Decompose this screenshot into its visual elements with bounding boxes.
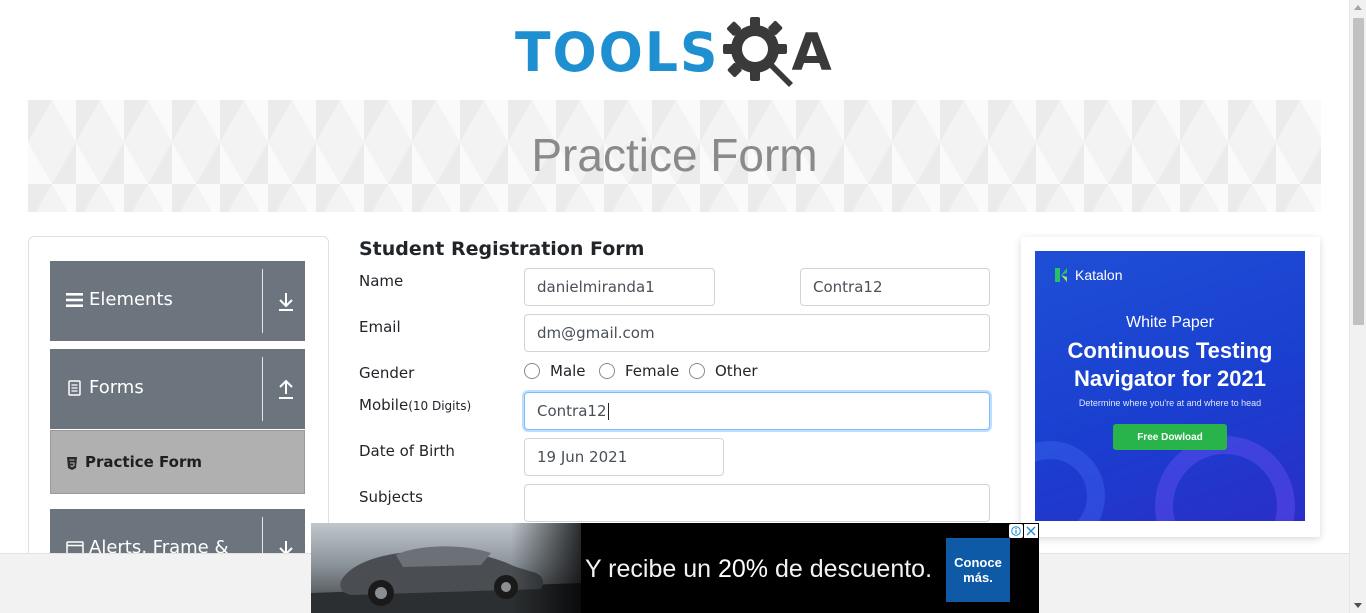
bottom-ad-banner[interactable]: Y recibe un 20% de descuento. Conoce más… (311, 523, 1039, 613)
sidebar-group-elements[interactable]: Elements (50, 261, 305, 341)
page-title: Practice Form (531, 129, 818, 181)
scrollbar-thumb[interactable] (1353, 18, 1364, 325)
first-name-input[interactable]: danielmiranda1 (524, 268, 715, 306)
conoce-mas-button[interactable]: Conoce más. (946, 538, 1010, 602)
first-name-value: danielmiranda1 (537, 278, 655, 296)
ad-close-icon[interactable] (1024, 524, 1038, 538)
ad-text-suffix: de descuento. (774, 555, 933, 583)
sidebar-group-label: Forms (89, 377, 144, 398)
radio-label: Male (550, 362, 586, 380)
mobile-hint: (10 Digits) (408, 399, 472, 413)
ad-text: Y recibe un 20% de descuento. (585, 555, 932, 584)
hamburger-icon (66, 292, 84, 308)
radio-circle[interactable] (689, 363, 705, 379)
ad-headline-line: Navigator for 2021 (1074, 366, 1266, 391)
gender-radio-other[interactable]: Other (689, 362, 758, 380)
dob-value: 19 Jun 2021 (537, 448, 628, 466)
last-name-input[interactable]: Contra12 (800, 268, 990, 306)
email-label: Email (359, 318, 401, 336)
email-field[interactable]: dm@gmail.com (524, 314, 990, 352)
form-title: Student Registration Form (359, 238, 645, 260)
brand-name: Katalon (1075, 267, 1123, 283)
subjects-label: Subjects (359, 488, 423, 506)
document-icon (66, 380, 84, 396)
mobile-input[interactable]: Contra12 (524, 392, 990, 430)
ad-kicker: White Paper (1125, 314, 1215, 331)
ad-headline: Continuous Testing Navigator for 2021 (1035, 337, 1305, 393)
mobile-value: Contra12 (537, 402, 607, 420)
gender-label: Gender (359, 364, 415, 382)
free-download-button[interactable]: Free Dowload (1113, 424, 1227, 450)
radio-label: Female (625, 362, 680, 380)
divider (262, 269, 263, 333)
html5-shield-icon (66, 455, 78, 470)
sidebar: Elements Forms Practice Form Alerts, Fra… (28, 236, 329, 566)
ad-decoration (1035, 441, 1105, 521)
katalon-logo-icon (1053, 267, 1069, 283)
sidebar-group-label: Elements (89, 289, 173, 310)
radio-circle[interactable] (524, 363, 540, 379)
sidebar-group-forms[interactable]: Forms (50, 349, 305, 429)
dob-label: Date of Birth (359, 442, 455, 460)
last-name-value: Contra12 (813, 278, 883, 296)
logo-text-tools: TOOLS (515, 21, 720, 85)
page: TOOLS A Practice Form Elements Forms Pra… (0, 0, 1366, 613)
ad-subtext: Determine where you're at and where to h… (1078, 398, 1262, 408)
katalon-ad[interactable]: Katalon White Paper Continuous Testing N… (1035, 251, 1305, 521)
logo-gear-q-icon (721, 15, 797, 91)
upload-arrow-icon[interactable] (276, 379, 296, 401)
mobile-label: Mobile(10 Digits) (359, 396, 471, 414)
right-ad-container: Katalon White Paper Continuous Testing N… (1021, 237, 1320, 537)
download-arrow-icon[interactable] (276, 291, 296, 313)
page-banner: Practice Form (28, 100, 1321, 212)
sidebar-item-practice-form[interactable]: Practice Form (50, 430, 305, 494)
ad-headline-line: Continuous Testing (1067, 338, 1273, 363)
toolsqa-logo[interactable]: TOOLS A (515, 14, 840, 92)
radio-circle[interactable] (599, 363, 615, 379)
ad-text-prefix: Y recibe un (585, 555, 712, 583)
gender-radio-female[interactable]: Female (599, 362, 679, 380)
logo-text-a: A (791, 23, 832, 83)
ad-text-highlight: 20% (717, 555, 769, 583)
name-label: Name (359, 272, 404, 290)
katalon-brand: Katalon (1053, 267, 1122, 283)
text-caret (607, 402, 609, 420)
subjects-input[interactable] (524, 484, 990, 522)
adchoices-info-icon[interactable] (1009, 524, 1023, 538)
cta-line: Conoce (954, 555, 1002, 570)
vertical-scrollbar[interactable] (1349, 0, 1366, 613)
divider (262, 357, 263, 421)
mobile-label-text: Mobile (359, 396, 409, 414)
date-of-birth-input[interactable]: 19 Jun 2021 (524, 438, 724, 476)
gender-radio-male[interactable]: Male (524, 362, 586, 380)
email-value: dm@gmail.com (537, 324, 655, 342)
radio-label: Other (715, 362, 758, 380)
cta-line: más. (963, 570, 993, 585)
scroll-down-arrow-icon[interactable] (1354, 603, 1362, 608)
scroll-up-arrow-icon[interactable] (1354, 5, 1362, 10)
sidebar-item-label: Practice Form (85, 453, 202, 471)
